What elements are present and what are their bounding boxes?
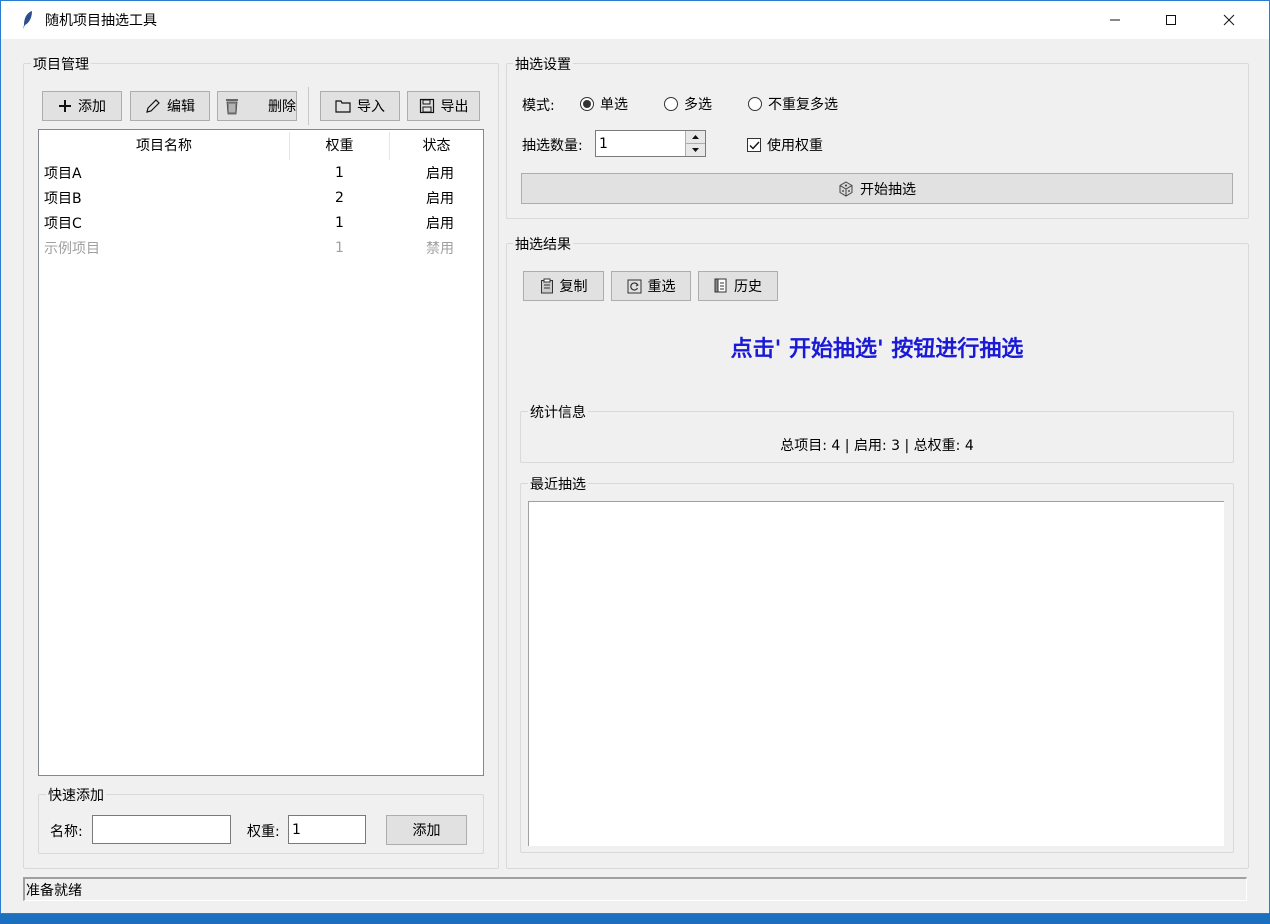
table-row[interactable]: 项目B 2 启用 <box>39 185 483 210</box>
radio-unique-multiple[interactable]: 不重复多选 <box>748 94 838 114</box>
export-button-label: 导出 <box>440 99 469 115</box>
cell-name: 项目C <box>44 215 82 232</box>
cell-name: 项目B <box>44 190 82 207</box>
plus-icon <box>59 100 71 112</box>
spin-buttons <box>685 131 705 156</box>
cell-weight: 2 <box>335 189 344 206</box>
arrow-up-icon <box>692 134 699 139</box>
name-input[interactable] <box>92 815 231 844</box>
dice-icon <box>839 180 853 197</box>
history-button-label: 历史 <box>734 279 762 295</box>
import-button[interactable]: 导入 <box>320 91 400 121</box>
count-value: 1 <box>599 135 608 152</box>
delete-button-label: 删除 <box>268 99 296 115</box>
import-button-label: 导入 <box>357 99 385 115</box>
edit-button-label: 编辑 <box>167 99 195 115</box>
cell-name: 项目A <box>44 165 82 182</box>
delete-button[interactable]: 删除 <box>217 91 297 121</box>
mode-label: 模式: <box>522 98 555 114</box>
cell-weight: 1 <box>335 239 344 256</box>
use-weight-label: 使用权重 <box>767 138 823 154</box>
radio-unique-multiple-label: 不重复多选 <box>768 97 838 113</box>
radio-circle <box>580 97 594 111</box>
history-button[interactable]: 历史 <box>698 271 778 301</box>
weight-label: 权重: <box>247 824 280 840</box>
copy-button-label: 复制 <box>559 279 588 295</box>
status-bar: 准备就绪 <box>23 877 1247 901</box>
arrow-down-icon <box>692 147 699 152</box>
close-icon <box>1223 14 1235 26</box>
quick-add-title: 快速添加 <box>46 785 106 805</box>
count-label: 抽选数量: <box>522 138 583 154</box>
name-label: 名称: <box>50 824 83 840</box>
spin-down-button[interactable] <box>686 143 705 156</box>
column-header-status[interactable]: 状态 <box>390 130 483 160</box>
radio-multiple[interactable]: 多选 <box>664 94 712 114</box>
radio-circle <box>748 97 762 111</box>
save-icon <box>419 98 434 114</box>
stats-title: 统计信息 <box>528 402 588 422</box>
cell-name: 示例项目 <box>44 240 100 257</box>
cell-weight: 1 <box>335 214 344 231</box>
scroll-icon <box>714 278 727 293</box>
recent-draws-title: 最近抽选 <box>528 474 588 494</box>
weight-input[interactable]: 1 <box>288 815 366 844</box>
count-spinbox[interactable]: 1 <box>595 130 706 157</box>
table-row[interactable]: 示例项目 1 禁用 <box>39 235 483 260</box>
radio-multiple-label: 多选 <box>684 97 712 113</box>
edit-button[interactable]: 编辑 <box>130 91 210 121</box>
recent-draws-textarea[interactable] <box>528 501 1224 846</box>
close-button[interactable] <box>1201 1 1257 39</box>
cell-status: 启用 <box>426 165 454 182</box>
status-text: 准备就绪 <box>26 882 82 899</box>
maximize-icon <box>1166 15 1176 25</box>
start-draw-label: 开始抽选 <box>860 181 916 198</box>
trash-icon <box>226 99 238 115</box>
quick-add-button[interactable]: 添加 <box>386 815 467 845</box>
minimize-icon <box>1110 19 1120 21</box>
cell-weight: 1 <box>335 164 344 181</box>
column-header-weight[interactable]: 权重 <box>290 130 389 160</box>
cell-status: 启用 <box>426 190 454 207</box>
redraw-button-label: 重选 <box>647 279 676 295</box>
radio-single-label: 单选 <box>600 97 628 113</box>
copy-button[interactable]: 复制 <box>523 271 604 301</box>
spin-up-button[interactable] <box>686 131 705 144</box>
pencil-icon <box>146 99 160 113</box>
title-bar[interactable]: 随机项目抽选工具 <box>1 1 1269 39</box>
toolbar-separator <box>308 87 309 125</box>
app-window: 随机项目抽选工具 项目管理 添加 编辑 删除 导入 导出 项目名称 权重 状态 … <box>0 0 1270 914</box>
feather-icon <box>21 10 37 30</box>
table-header: 项目名称 权重 状态 <box>39 130 483 160</box>
column-header-name[interactable]: 项目名称 <box>39 130 289 160</box>
minimize-button[interactable] <box>1087 1 1143 39</box>
radio-selected-dot <box>583 100 591 108</box>
draw-results-title: 抽选结果 <box>513 234 573 254</box>
use-weight-checkbox[interactable]: 使用权重 <box>747 135 823 155</box>
project-table[interactable]: 项目名称 权重 状态 项目A 1 启用 项目B 2 启用 项目C 1 启用 示例… <box>38 129 484 776</box>
add-button-label: 添加 <box>78 99 106 115</box>
folder-icon <box>335 100 351 113</box>
window-title: 随机项目抽选工具 <box>45 13 157 29</box>
radio-circle <box>664 97 678 111</box>
radio-single[interactable]: 单选 <box>580 94 628 114</box>
refresh-icon <box>627 279 641 293</box>
table-row[interactable]: 项目A 1 启用 <box>39 160 483 185</box>
checkbox-box <box>747 138 761 152</box>
cell-status: 禁用 <box>426 240 454 257</box>
add-button[interactable]: 添加 <box>42 91 122 121</box>
maximize-button[interactable] <box>1143 1 1199 39</box>
redraw-button[interactable]: 重选 <box>611 271 691 301</box>
result-message: 点击' 开始抽选' 按钮进行抽选 <box>730 336 1024 362</box>
draw-settings-title: 抽选设置 <box>513 54 573 74</box>
project-management-title: 项目管理 <box>31 54 91 74</box>
stats-text: 总项目: 4 | 启用: 3 | 总权重: 4 <box>780 438 974 454</box>
cell-status: 启用 <box>426 215 454 232</box>
clipboard-icon <box>540 278 553 294</box>
checkmark-icon <box>749 141 760 150</box>
export-button[interactable]: 导出 <box>407 91 480 121</box>
start-draw-button[interactable]: 开始抽选 <box>521 173 1233 204</box>
table-row[interactable]: 项目C 1 启用 <box>39 210 483 235</box>
